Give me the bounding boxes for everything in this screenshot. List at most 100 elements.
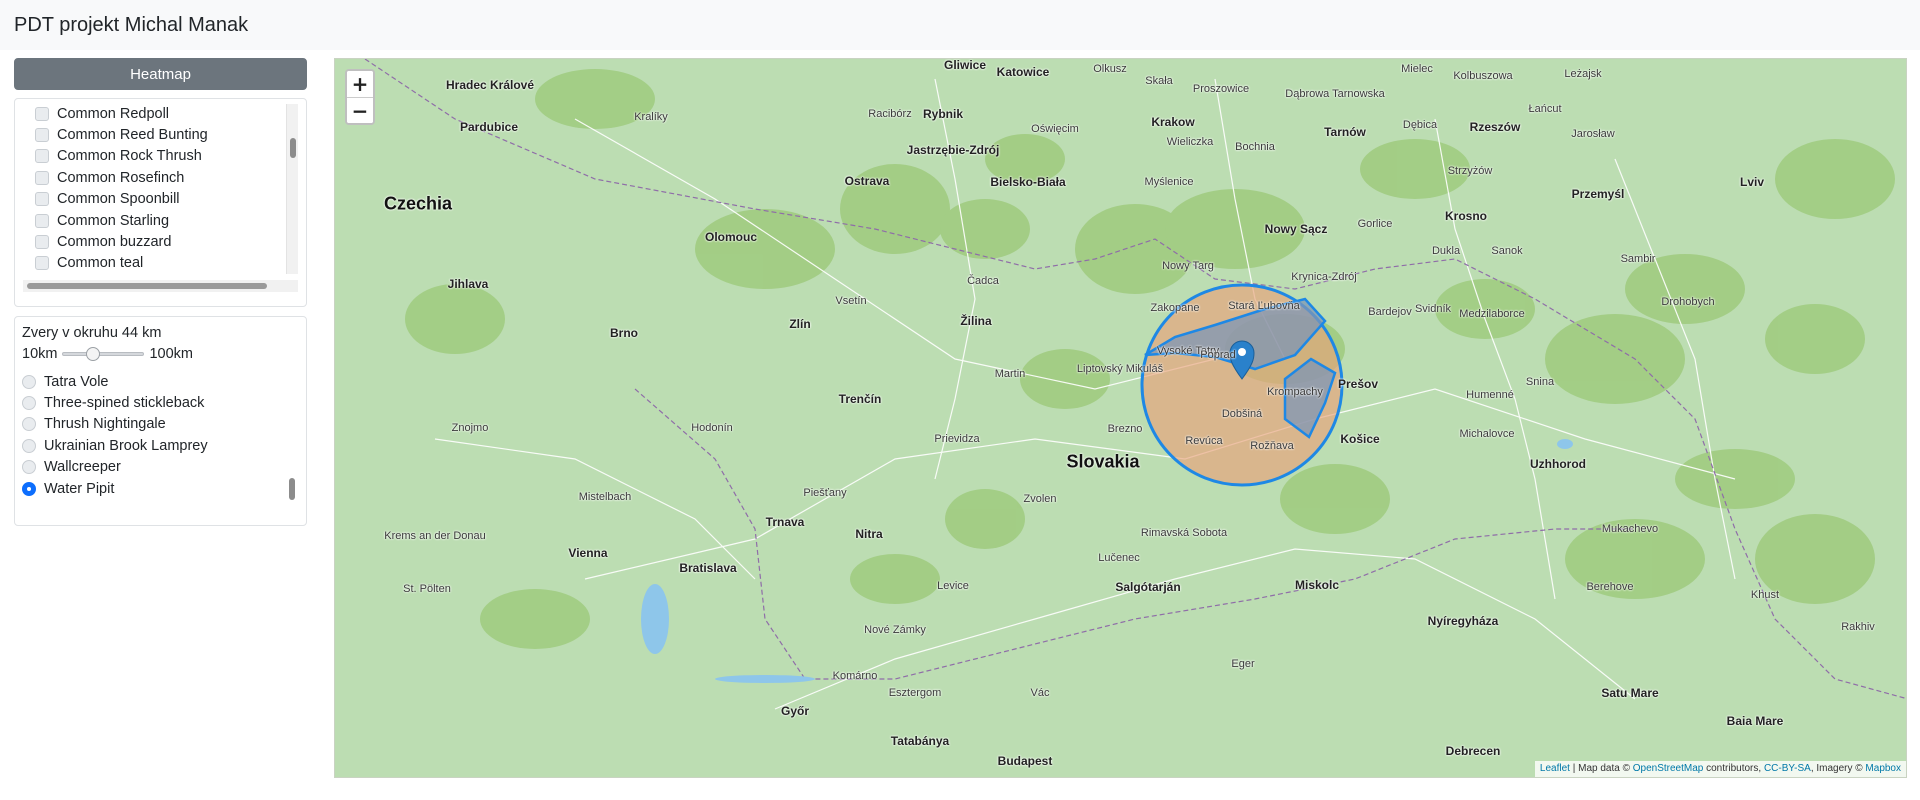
list-item[interactable]: Three-spined stickleback [15,392,285,413]
osm-link[interactable]: OpenStreetMap [1633,763,1704,774]
map-attribution: Leaflet | Map data © OpenStreetMap contr… [1534,761,1906,777]
slider-track[interactable] [62,352,145,356]
species-label: Common Starling [57,212,170,229]
city-label: Katowice [996,65,1050,79]
city-label: Olomouc [704,230,758,244]
radius-slider[interactable] [62,346,145,362]
city-label: Gorlice [1357,218,1393,230]
checkbox[interactable] [35,256,49,271]
city-label: Kolbuszowa [1453,70,1513,82]
overlay-layer [1140,283,1344,487]
vertical-scrollbar[interactable] [286,104,298,274]
checkbox[interactable] [35,170,49,185]
animal-label: Water Pipit [44,480,115,497]
city-label: Levice [937,580,969,592]
list-item[interactable]: Thrush Nightingale [15,414,285,435]
city-label: Prešov [1337,377,1379,391]
horizontal-scrollbar[interactable] [23,280,298,292]
zoom-out-button[interactable]: − [347,97,373,123]
city-label: Lučenec [1098,552,1140,564]
city-label: Bochnia [1235,141,1275,153]
city-label: Dąbrowa Tarnowska [1285,88,1385,100]
city-label: Łańcut [1528,103,1562,115]
city-label: Tarnów [1324,125,1366,139]
city-label: Krosno [1445,209,1487,223]
city-label: Wieliczka [1166,136,1214,148]
city-label: Rybnik [922,107,964,121]
city-label: Komárno [832,670,878,682]
animal-label: Three-spined stickleback [44,395,205,412]
list-item[interactable]: Common teal [23,253,298,274]
slider-thumb[interactable] [86,347,101,361]
list-item[interactable]: Common Reed Bunting [23,124,298,145]
radio-button[interactable] [22,396,36,411]
city-label: Trenčín [838,392,882,406]
animal-label: Thrush Nightingale [44,416,166,433]
list-item[interactable]: Common Rock Thrush [23,146,298,167]
vertical-scrollbar[interactable] [286,371,298,521]
city-label: Brezno [1107,423,1143,435]
map[interactable]: Czechia Slovakia Gliwice Katowice Hradec Krá… [334,58,1907,778]
species-label: Common Spoonbill [57,191,180,208]
city-label: Piešťany [803,487,847,499]
scrollbar-thumb[interactable] [289,478,295,500]
city-label: Jihlava [447,277,489,291]
city-label: Krompachy [1267,386,1323,398]
checkbox[interactable] [35,106,49,121]
country-label: Slovakia [1066,451,1140,472]
list-item[interactable]: Common Spoonbill [23,189,298,210]
list-item[interactable]: Common Starling [23,210,298,231]
radio-button[interactable] [22,438,36,453]
license-link[interactable]: CC-BY-SA [1764,763,1811,774]
checkbox[interactable] [35,128,49,143]
heatmap-button[interactable]: Heatmap [14,58,307,90]
city-label: Miskolc [1294,578,1340,592]
checkbox[interactable] [35,213,49,228]
list-item[interactable]: Common buzzard [23,231,298,252]
city-label: Ostrava [844,174,890,188]
city-label: Poprad [1200,349,1236,361]
animal-radio-list[interactable]: Tatra Vole Three-spined stickleback Thru… [15,371,285,521]
city-label: Vsetín [835,295,867,307]
radio-button[interactable] [22,374,36,389]
list-item[interactable]: Water Pipit [15,478,285,499]
scrollbar-thumb[interactable] [27,283,267,289]
city-label: Dobšiná [1221,408,1263,420]
list-item[interactable]: Wallcreeper [15,457,285,478]
list-item[interactable]: Common Redpoll [23,104,298,124]
city-label: Esztergom [888,687,942,699]
city-label: Nitra [855,527,883,541]
city-label: Michalovce [1459,428,1515,440]
city-label: Olkusz [1093,63,1127,75]
list-item[interactable]: Ukrainian Brook Lamprey [15,435,285,456]
city-label: Zvolen [1023,493,1057,505]
radio-button[interactable] [22,417,36,432]
list-item[interactable]: Common Rosefinch [23,167,298,188]
scrollbar-thumb[interactable] [290,138,296,158]
city-label: Racibórz [868,108,912,120]
city-label: Eger [1231,658,1255,670]
species-checklist[interactable]: Common Redpoll Common Reed Bunting Commo… [23,104,298,279]
city-label: Humenné [1466,389,1514,401]
mapbox-link[interactable]: Mapbox [1865,763,1901,774]
leaflet-link[interactable]: Leaflet [1540,763,1570,774]
species-label: Common Rock Thrush [57,148,202,165]
city-label: Myślenice [1144,176,1194,188]
city-label: Svidník [1414,303,1452,315]
checkbox[interactable] [35,235,49,250]
radius-panel: Zvery v okruhu 44 km 10km 100km Tatra Vo… [14,316,307,526]
app-title[interactable]: PDT projekt Michal Manak [14,14,248,37]
list-item[interactable]: Tatra Vole [15,371,285,392]
city-label: Liptovský Mikuláš [1076,363,1164,375]
city-label: Prievidza [934,433,980,445]
radio-button[interactable] [22,481,36,496]
checkbox[interactable] [35,192,49,207]
radio-button[interactable] [22,460,36,475]
city-label: Trnava [765,515,805,529]
city-label: Kralíky [634,111,668,123]
slider-min-label: 10km [22,346,58,362]
city-label: Vienna [568,546,608,560]
animal-label: Ukrainian Brook Lamprey [44,437,208,454]
checkbox[interactable] [35,149,49,164]
zoom-in-button[interactable]: + [347,71,373,97]
